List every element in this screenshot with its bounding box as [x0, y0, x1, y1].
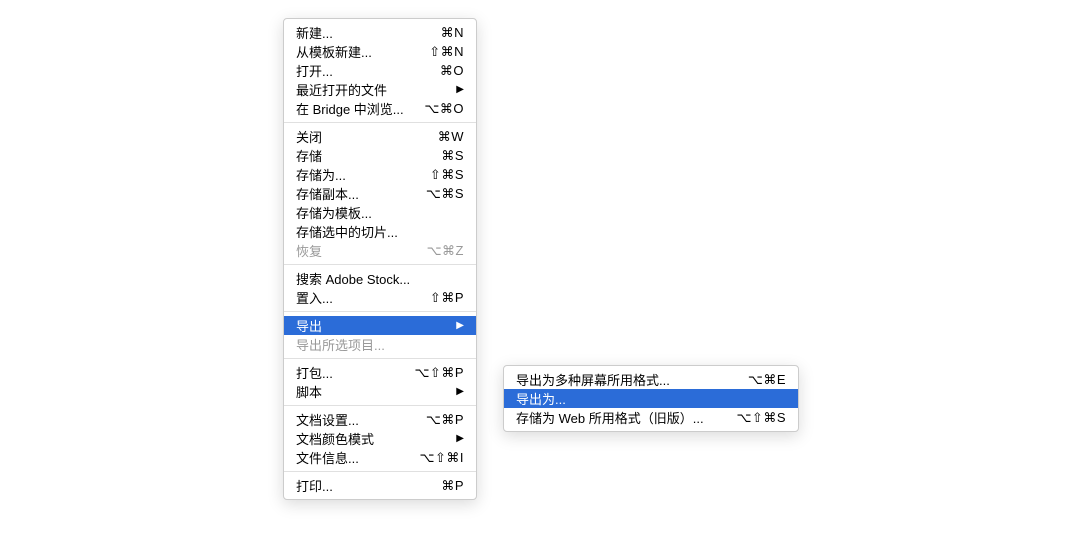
menu-label: 存储为...	[296, 165, 346, 184]
export-submenu: 导出为多种屏幕所用格式... ⌥⌘E 导出为... 存储为 Web 所用格式（旧…	[503, 365, 799, 432]
menu-shortcut: ⌥⌘S	[426, 186, 464, 202]
menu-label: 打包...	[296, 363, 333, 382]
menu-item-color-mode[interactable]: 文档颜色模式 ▶	[284, 429, 476, 448]
menu-label: 置入...	[296, 288, 333, 307]
menu-label: 文件信息...	[296, 448, 359, 467]
file-menu: 新建... ⌘N 从模板新建... ⇧⌘N 打开... ⌘O 最近打开的文件 ▶…	[283, 18, 477, 500]
menu-item-print[interactable]: 打印... ⌘P	[284, 476, 476, 495]
menu-item-recent[interactable]: 最近打开的文件 ▶	[284, 80, 476, 99]
submenu-arrow-icon: ▶	[456, 84, 464, 95]
menu-shortcut: ⌘P	[441, 478, 464, 494]
menu-label: 文档设置...	[296, 410, 359, 429]
menu-shortcut: ⇧⌘P	[430, 290, 464, 306]
menu-item-file-info[interactable]: 文件信息... ⌥⇧⌘I	[284, 448, 476, 467]
submenu-item-export-screens[interactable]: 导出为多种屏幕所用格式... ⌥⌘E	[504, 370, 798, 389]
submenu-arrow-icon: ▶	[456, 386, 464, 397]
menu-label: 新建...	[296, 23, 333, 42]
menu-label: 打印...	[296, 476, 333, 495]
menu-item-place[interactable]: 置入... ⇧⌘P	[284, 288, 476, 307]
menu-item-save-as[interactable]: 存储为... ⇧⌘S	[284, 165, 476, 184]
menu-label: 存储为模板...	[296, 203, 372, 222]
menu-item-export-selection: 导出所选项目...	[284, 335, 476, 354]
menu-separator	[284, 471, 476, 472]
menu-label: 搜索 Adobe Stock...	[296, 269, 410, 288]
menu-shortcut: ⌥⌘O	[424, 101, 464, 117]
menu-separator	[284, 311, 476, 312]
menu-shortcut: ⌘W	[438, 129, 464, 145]
menu-label: 导出所选项目...	[296, 335, 385, 354]
menu-label: 最近打开的文件	[296, 80, 387, 99]
menu-shortcut: ⇧⌘S	[430, 167, 464, 183]
menu-label: 恢复	[296, 241, 322, 260]
menu-shortcut: ⌥⇧⌘P	[414, 365, 464, 381]
menu-item-save-copy[interactable]: 存储副本... ⌥⌘S	[284, 184, 476, 203]
menu-label: 关闭	[296, 127, 322, 146]
menu-item-save-template[interactable]: 存储为模板...	[284, 203, 476, 222]
menu-shortcut: ⌥⌘E	[748, 372, 786, 388]
menu-shortcut: ⌘O	[440, 63, 464, 79]
menu-item-package[interactable]: 打包... ⌥⇧⌘P	[284, 363, 476, 382]
menu-shortcut: ⌥⇧⌘S	[736, 410, 786, 426]
menu-shortcut: ⇧⌘N	[429, 44, 464, 60]
menu-label: 脚本	[296, 382, 322, 401]
menu-shortcut: ⌥⇧⌘I	[420, 450, 465, 466]
menu-label: 存储	[296, 146, 322, 165]
menu-item-close[interactable]: 关闭 ⌘W	[284, 127, 476, 146]
menu-item-browse-bridge[interactable]: 在 Bridge 中浏览... ⌥⌘O	[284, 99, 476, 118]
menu-label: 存储副本...	[296, 184, 359, 203]
menu-item-search-stock[interactable]: 搜索 Adobe Stock...	[284, 269, 476, 288]
menu-label: 从模板新建...	[296, 42, 372, 61]
menu-label: 打开...	[296, 61, 333, 80]
menu-item-new[interactable]: 新建... ⌘N	[284, 23, 476, 42]
menu-item-open[interactable]: 打开... ⌘O	[284, 61, 476, 80]
menu-label: 文档颜色模式	[296, 429, 374, 448]
submenu-item-export-as[interactable]: 导出为...	[504, 389, 798, 408]
menu-label: 存储为 Web 所用格式（旧版）...	[516, 408, 704, 427]
menu-item-revert: 恢复 ⌥⌘Z	[284, 241, 476, 260]
menu-separator	[284, 405, 476, 406]
submenu-arrow-icon: ▶	[456, 320, 464, 331]
menu-item-scripts[interactable]: 脚本 ▶	[284, 382, 476, 401]
menu-item-export[interactable]: 导出 ▶	[284, 316, 476, 335]
menu-separator	[284, 264, 476, 265]
menu-item-new-from-template[interactable]: 从模板新建... ⇧⌘N	[284, 42, 476, 61]
menu-label: 存储选中的切片...	[296, 222, 398, 241]
menu-shortcut: ⌘N	[441, 25, 464, 41]
submenu-item-save-for-web[interactable]: 存储为 Web 所用格式（旧版）... ⌥⇧⌘S	[504, 408, 798, 427]
menu-shortcut: ⌘S	[441, 148, 464, 164]
menu-item-save-slices[interactable]: 存储选中的切片...	[284, 222, 476, 241]
menu-shortcut: ⌥⌘Z	[427, 243, 464, 259]
menu-item-save[interactable]: 存储 ⌘S	[284, 146, 476, 165]
menu-shortcut: ⌥⌘P	[426, 412, 464, 428]
menu-label: 导出	[296, 316, 322, 335]
menu-label: 在 Bridge 中浏览...	[296, 99, 404, 118]
menu-label: 导出为...	[516, 389, 566, 408]
menu-label: 导出为多种屏幕所用格式...	[516, 370, 670, 389]
menu-separator	[284, 358, 476, 359]
menu-item-doc-setup[interactable]: 文档设置... ⌥⌘P	[284, 410, 476, 429]
submenu-arrow-icon: ▶	[456, 433, 464, 444]
menu-separator	[284, 122, 476, 123]
